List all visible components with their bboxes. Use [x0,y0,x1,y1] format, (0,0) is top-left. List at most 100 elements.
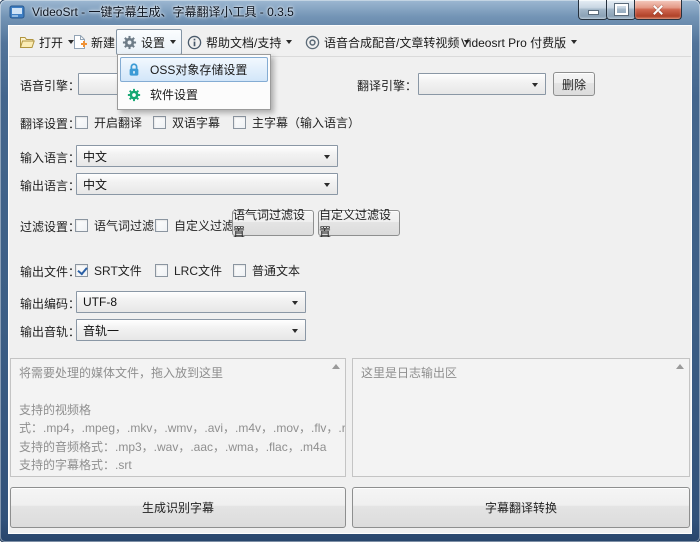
menu-item-software-settings[interactable]: 软件设置 [120,82,268,107]
output-language-label: 输出语言： [20,177,80,194]
translate-settings-label: 翻译设置： [20,115,80,132]
caret-down-icon [324,155,330,159]
output-encoding-select[interactable]: UTF-8 [76,291,306,313]
gear-icon [122,35,137,50]
checkbox-label: SRT文件 [94,262,142,279]
open-button-label: 打开 [39,34,63,51]
input-language-select[interactable]: 中文 [76,145,338,167]
checkbox-custom-filter[interactable]: 自定义过滤 [155,217,234,234]
checkbox-label: 双语字幕 [172,114,220,131]
output-track-value: 音轨一 [83,322,119,339]
menu-item-oss-settings[interactable]: OSS对象存储设置 [120,57,268,82]
menu-item-label: 软件设置 [150,86,198,103]
checkbox-label: 开启翻译 [94,114,142,131]
speech-engine-label: 语音引擎： [20,77,80,94]
help-button[interactable]: 帮助文档/支持 [181,29,298,55]
delete-engine-button[interactable]: 删除 [553,72,595,96]
maximize-icon [615,4,628,15]
toolbar: 打开 新建 [9,26,691,57]
minimize-button[interactable] [578,0,608,20]
generate-subtitle-button[interactable]: 生成识别字幕 [10,487,346,528]
window-title: VideoSrt - 一键字幕生成、字幕翻译小工具 - 0.3.5 [32,0,294,25]
output-encoding-label: 输出编码： [20,295,80,312]
checkbox-label: LRC文件 [174,262,222,279]
button-label: 自定义过滤设置 [319,206,399,240]
input-language-label: 输入语言： [20,149,80,166]
generate-subtitle-button-label: 生成识别字幕 [142,499,214,516]
checkbox-plain-text[interactable]: 普通文本 [233,262,300,279]
translate-subtitle-button-label: 字幕翻译转换 [485,499,557,516]
caret-down-icon [571,40,577,44]
settings-button[interactable]: 设置 [116,29,182,55]
supported-video-formats: 支持的视频格式：.mp4，.mpeg，.mkv，.wmv，.avi，.m4v，.… [19,401,327,438]
lock-icon [127,62,141,77]
caret-down-icon [286,40,292,44]
modal-word-filter-settings-button[interactable]: 语气词过滤设置 [232,210,314,236]
input-language-value: 中文 [83,148,107,165]
checkbox-icon [155,264,168,277]
translate-engine-select[interactable] [418,73,546,95]
checkbox-label: 语气词过滤 [94,217,154,234]
pro-button[interactable]: Videosrt Pro 付费版 [455,29,583,55]
translate-engine-label: 翻译引擎： [357,77,417,94]
maximize-button[interactable] [606,0,636,20]
caret-down-icon [532,83,538,87]
checkbox-srt-file[interactable]: SRT文件 [75,262,142,279]
checkbox-modal-word-filter[interactable]: 语气词过滤 [75,217,154,234]
client-area: 打开 新建 [8,25,692,534]
gear-icon [127,88,141,102]
menu-item-label: OSS对象存储设置 [150,61,247,78]
caret-down-icon [170,40,176,44]
checkbox-icon [233,264,246,277]
custom-filter-settings-button[interactable]: 自定义过滤设置 [318,210,400,236]
log-output-area[interactable]: 这里是日志输出区 [352,358,690,477]
help-button-label: 帮助文档/支持 [206,34,281,51]
media-drop-area[interactable]: 将需要处理的媒体文件，拖入放到这里 支持的视频格式：.mp4，.mpeg，.mk… [10,358,346,477]
record-icon [305,35,320,50]
checkbox-icon [233,116,246,129]
translate-subtitle-button[interactable]: 字幕翻译转换 [352,487,690,528]
filter-settings-label: 过滤设置： [20,218,80,235]
minimize-icon [588,10,599,15]
caret-down-icon [292,329,298,333]
supported-audio-formats: 支持的音频格式：.mp3，.wav，.aac，.wma，.flac，.m4a [19,438,327,457]
checkbox-icon [153,116,166,129]
button-label: 语气词过滤设置 [233,206,313,240]
checkbox-main-subtitle[interactable]: 主字幕（输入语言） [233,114,360,131]
caret-down-icon [292,301,298,305]
settings-button-label: 设置 [141,34,165,51]
log-placeholder: 这里是日志输出区 [361,364,671,383]
checkbox-enable-translate[interactable]: 开启翻译 [75,114,142,131]
checkbox-icon [155,219,168,232]
app-icon [9,4,25,20]
new-file-icon [72,34,87,50]
folder-icon [19,35,35,49]
output-language-select[interactable]: 中文 [76,173,338,195]
caret-down-icon [324,183,330,187]
close-button[interactable] [634,0,682,20]
media-drop-blank-line [19,383,327,401]
checkbox-bilingual-subtitle[interactable]: 双语字幕 [153,114,220,131]
app-window: VideoSrt - 一键字幕生成、字幕翻译小工具 - 0.3.5 打开 [0,0,700,542]
checkbox-lrc-file[interactable]: LRC文件 [155,262,222,279]
output-track-select[interactable]: 音轨一 [76,319,306,341]
close-icon [652,4,664,16]
checkbox-checked-icon [75,264,88,277]
output-language-value: 中文 [83,176,107,193]
scroll-up-icon[interactable] [332,364,340,369]
supported-subtitle-formats: 支持的字幕格式：.srt [19,456,327,475]
checkbox-label: 主字幕（输入语言） [252,114,360,131]
checkbox-label: 普通文本 [252,262,300,279]
pro-button-label: Videosrt Pro 付费版 [461,34,566,51]
checkbox-icon [75,219,88,232]
scroll-up-icon[interactable] [676,364,684,369]
output-file-label: 输出文件： [20,263,80,280]
titlebar: VideoSrt - 一键字幕生成、字幕翻译小工具 - 0.3.5 [0,0,700,25]
tts-button[interactable]: 语音合成配音/文章转视频 [299,29,476,55]
settings-menu: OSS对象存储设置 软件设置 [117,54,271,110]
new-button-label: 新建 [91,34,115,51]
delete-engine-button-label: 删除 [562,76,586,93]
media-drop-hint: 将需要处理的媒体文件，拖入放到这里 [19,364,327,383]
output-encoding-value: UTF-8 [83,295,117,309]
tts-button-label: 语音合成配音/文章转视频 [324,34,459,51]
